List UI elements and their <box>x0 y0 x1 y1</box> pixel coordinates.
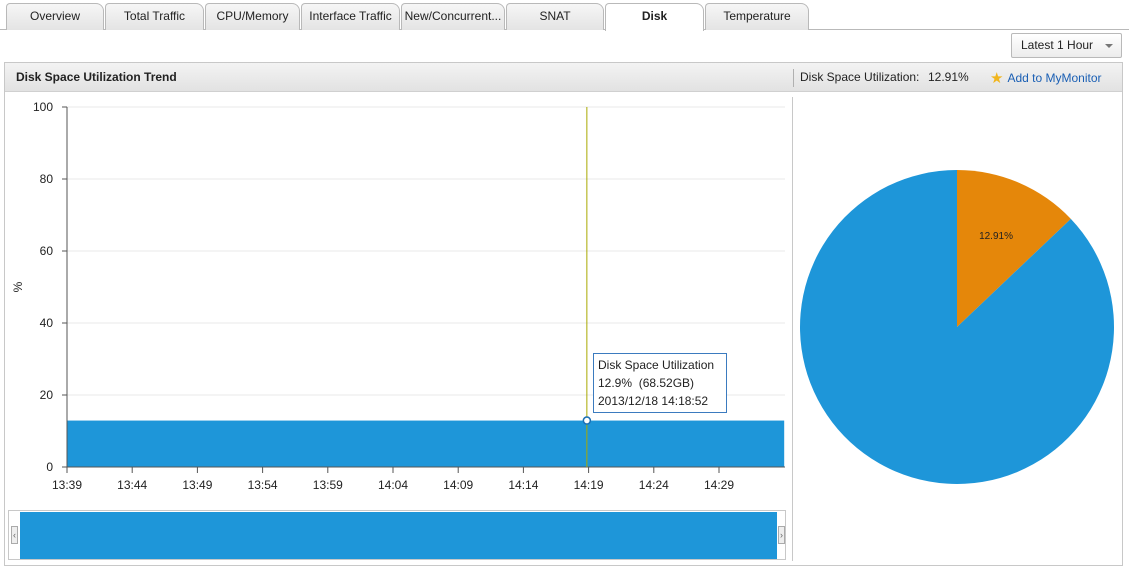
tab-interface-traffic[interactable]: Interface Traffic <box>301 3 400 30</box>
time-range-dropdown[interactable]: Latest 1 Hour <box>1011 33 1122 58</box>
utilization-label: Disk Space Utilization: <box>800 70 920 84</box>
x-tick-label: 14:09 <box>443 478 473 492</box>
x-tick-label: 13:39 <box>52 478 82 492</box>
navigator-series <box>20 512 777 559</box>
tab-new-concurrent[interactable]: New/Concurrent... <box>401 3 505 30</box>
x-tick-label: 14:24 <box>639 478 669 492</box>
panel-title: Disk Space Utilization Trend <box>16 70 177 84</box>
x-tick-label: 14:04 <box>378 478 408 492</box>
x-tick-label: 13:54 <box>248 478 278 492</box>
header-divider <box>793 69 794 87</box>
x-tick-label: 13:49 <box>182 478 212 492</box>
trend-chart: 0 20 40 60 80 100% 13:39 13:44 13:49 13:54 13:59 14… <box>11 100 785 492</box>
navigator-right-handle[interactable]: › <box>778 526 785 544</box>
tab-overview[interactable]: Overview <box>6 3 104 30</box>
tab-disk[interactable]: Disk <box>605 3 704 31</box>
x-tick-label: 14:14 <box>508 478 538 492</box>
y-tick-label: 80 <box>40 172 54 186</box>
x-tick-label: 13:44 <box>117 478 147 492</box>
star-icon: ★ <box>990 70 1004 87</box>
tooltip-timestamp: 2013/12/18 14:18:52 <box>598 394 709 408</box>
y-tick-label: 0 <box>46 460 53 474</box>
pie-chart: 12.91% <box>800 170 1114 484</box>
y-axis-label: % <box>11 281 25 292</box>
add-to-mymonitor-link[interactable]: ★ Add to MyMonitor <box>990 69 1102 87</box>
time-range-label: Latest 1 Hour <box>1021 38 1094 52</box>
utilization-value: 12.91% <box>928 70 969 84</box>
x-tick-label: 13:59 <box>313 478 343 492</box>
y-tick-label: 20 <box>40 388 54 402</box>
navigator-left-handle[interactable]: ‹ <box>11 526 18 544</box>
x-tick-label: 14:29 <box>704 478 734 492</box>
crosshair-marker <box>582 416 592 425</box>
tab-bar: Overview Total Traffic CPU/Memory Interf… <box>0 0 1129 31</box>
pie-slice-label: 12.91% <box>979 231 1013 242</box>
tooltip-value: 12.9% (68.52GB) <box>598 376 695 390</box>
add-to-mymonitor-label: Add to MyMonitor <box>1007 71 1102 85</box>
series-area <box>67 420 785 467</box>
tab-total-traffic[interactable]: Total Traffic <box>105 3 204 30</box>
chevron-down-icon <box>1105 44 1113 48</box>
tab-cpu-memory[interactable]: CPU/Memory <box>205 3 300 30</box>
panel-header: Disk Space Utilization Trend Disk Space … <box>5 63 1122 92</box>
tab-snat[interactable]: SNAT <box>506 3 604 30</box>
x-tick-label: 14:19 <box>574 478 604 492</box>
y-tick-label: 40 <box>40 316 54 330</box>
y-tick-label: 60 <box>40 244 54 258</box>
range-navigator[interactable]: ‹ › <box>8 510 786 560</box>
tab-temperature[interactable]: Temperature <box>705 3 809 30</box>
y-tick-label: 100 <box>33 100 53 114</box>
tooltip-title: Disk Space Utilization <box>598 358 715 372</box>
data-tooltip: Disk Space Utilization 12.9% (68.52GB) 2… <box>593 353 727 413</box>
